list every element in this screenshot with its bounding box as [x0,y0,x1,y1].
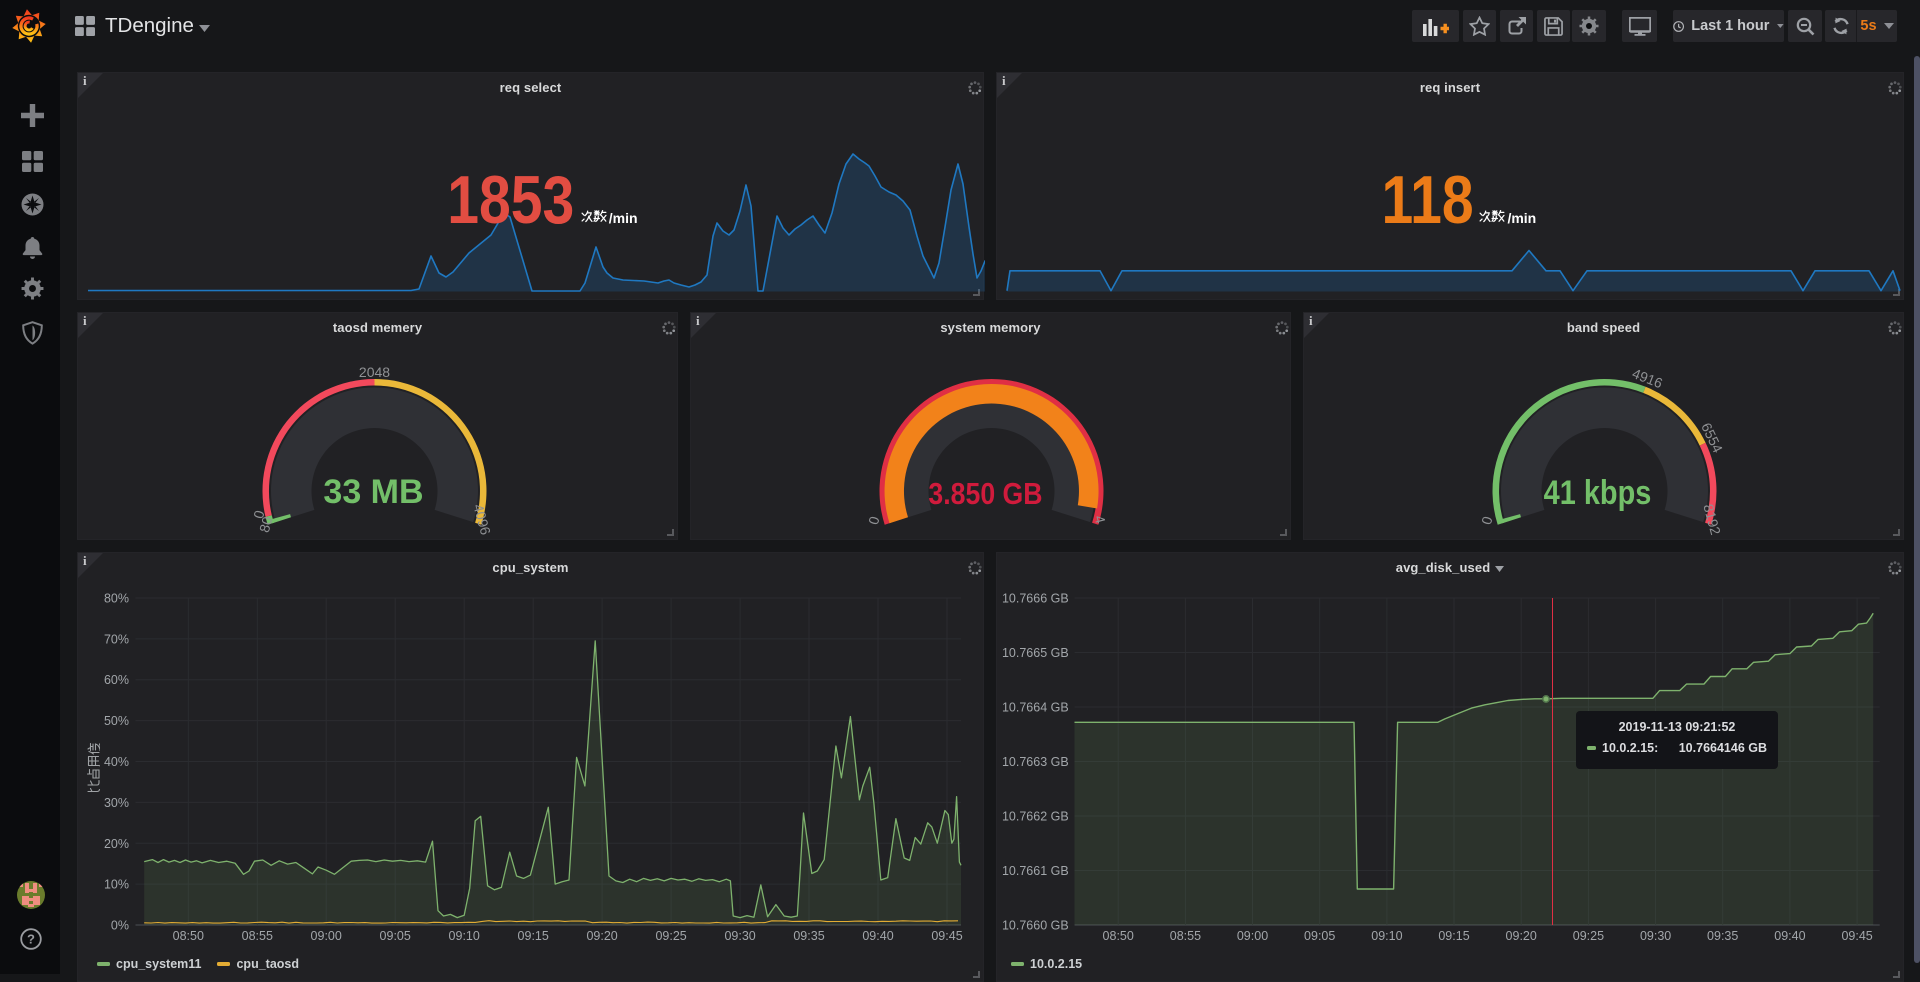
svg-text:10.7660 GB: 10.7660 GB [1002,919,1069,933]
svg-text:30%: 30% [104,796,129,810]
svg-text:09:00: 09:00 [311,929,342,943]
svg-text:08:55: 08:55 [1170,929,1201,943]
svg-text:09:25: 09:25 [1573,929,1604,943]
svg-text:10.7665 GB: 10.7665 GB [1002,646,1069,660]
svg-text:80%: 80% [104,592,129,606]
svg-text:10%: 10% [104,878,129,892]
svg-text:09:05: 09:05 [1304,929,1335,943]
svg-text:09:00: 09:00 [1237,929,1268,943]
svg-text:10.7664 GB: 10.7664 GB [1002,701,1069,715]
svg-text:09:15: 09:15 [518,929,549,943]
svg-text:09:40: 09:40 [862,929,893,943]
svg-text:09:20: 09:20 [586,929,617,943]
svg-text:70%: 70% [104,632,129,646]
svg-text:09:10: 09:10 [1371,929,1402,943]
svg-text:50%: 50% [104,714,129,728]
svg-text:10.7662 GB: 10.7662 GB [1002,810,1069,824]
svg-text:08:50: 08:50 [1103,929,1134,943]
svg-text:0: 0 [865,514,883,526]
svg-text:09:25: 09:25 [655,929,686,943]
svg-text:0%: 0% [111,919,129,933]
svg-text:09:05: 09:05 [380,929,411,943]
svg-text:09:35: 09:35 [1707,929,1738,943]
svg-text:4: 4 [1091,514,1109,526]
svg-text:09:15: 09:15 [1438,929,1469,943]
svg-text:10.7666 GB: 10.7666 GB [1002,592,1069,606]
svg-text:09:45: 09:45 [1841,929,1872,943]
svg-text:60%: 60% [104,673,129,687]
svg-text:10.7661 GB: 10.7661 GB [1002,864,1069,878]
svg-text:2048: 2048 [359,364,390,380]
svg-text:09:10: 09:10 [449,929,480,943]
svg-text:09:30: 09:30 [1640,929,1671,943]
svg-text:09:45: 09:45 [931,929,962,943]
svg-text:09:35: 09:35 [793,929,824,943]
svg-text:0: 0 [1478,514,1496,526]
svg-text:?: ? [27,932,35,947]
svg-text:09:20: 09:20 [1506,929,1537,943]
svg-text:09:30: 09:30 [724,929,755,943]
svg-text:80: 80 [256,515,276,534]
svg-text:10.7663 GB: 10.7663 GB [1002,755,1069,769]
svg-text:08:50: 08:50 [173,929,204,943]
svg-text:40%: 40% [104,755,129,769]
svg-text:08:55: 08:55 [242,929,273,943]
svg-text:20%: 20% [104,837,129,851]
svg-text:09:40: 09:40 [1774,929,1805,943]
